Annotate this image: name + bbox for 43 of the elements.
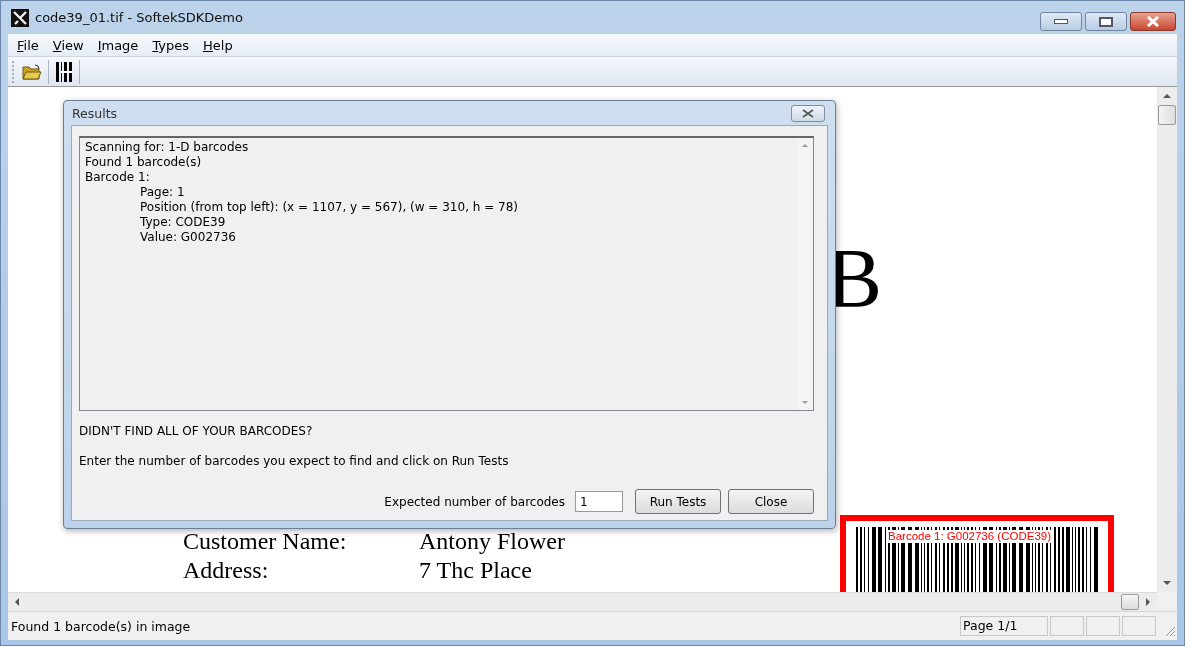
status-pane (1086, 616, 1120, 636)
menu-item[interactable]: File (10, 37, 46, 53)
instruction-text: Enter the number of barcodes you expect to find and click on Run Tests (79, 454, 510, 468)
result-line: Value: G002736 (139, 230, 237, 245)
close-icon (802, 108, 814, 118)
window-title: code39_01.tif - SoftekSDKDemo (35, 10, 243, 25)
status-pane (1050, 616, 1084, 636)
result-line: Barcode 1: (85, 170, 151, 185)
close-button[interactable] (1130, 12, 1176, 31)
field-value: 7 Thc Place (419, 556, 533, 585)
dialog-title: Results (72, 105, 118, 121)
result-line: Type: CODE39 (139, 215, 227, 230)
menu-item[interactable]: Types (145, 37, 196, 53)
close-icon (1146, 16, 1160, 27)
status-pane (1122, 616, 1156, 636)
dialog-button[interactable]: Close (728, 489, 814, 514)
menu-item[interactable]: Image (90, 37, 146, 53)
page-indicator: Page 1/1 (960, 616, 1048, 636)
field-value: Antony Flower (419, 527, 565, 556)
results-text-area[interactable]: Scanning for: 1-D barcodes Found 1 barcode(s) Barcode 1: Page: 1 Position (from top left): (x = 1107, y = 567), (w = 310, h = 78) Type: CODE39 Value: G002736 (79, 136, 814, 411)
maximize-button[interactable] (1085, 12, 1127, 31)
tools-icon (11, 8, 29, 27)
result-line: Scanning for: 1-D barcodes (85, 140, 250, 155)
barcode-icon[interactable] (55, 61, 73, 82)
expected-count-field[interactable]: 1 (575, 491, 623, 512)
menu-item[interactable]: Help (196, 37, 240, 53)
result-line: Position (from top left): (x = 1107, y = 567), (w = 310, h = 78) (139, 200, 519, 215)
menu-item[interactable]: View (45, 37, 91, 53)
resize-grip-icon[interactable] (1164, 625, 1176, 637)
prompt-text: DIDN'T FIND ALL OF YOUR BARCODES? (79, 424, 314, 438)
dialog-button[interactable]: Run Tests (635, 489, 721, 514)
result-line: Found 1 barcode(s) (85, 155, 203, 170)
expected-count-label: Expected number of barcodes (384, 494, 565, 509)
horizontal-scrollbar[interactable] (8, 592, 1157, 611)
status-message: Found 1 barcode(s) in image (11, 618, 192, 634)
barcode-label: Barcode 1: G002736 (CODE39) (888, 530, 1051, 543)
result-line: Page: 1 (139, 185, 186, 200)
vertical-scrollbar[interactable] (1157, 87, 1177, 592)
field-label: Customer Name: (183, 527, 348, 556)
close-button[interactable] (791, 104, 825, 122)
minimize-button[interactable] (1040, 12, 1082, 31)
field-label: Address: (183, 556, 270, 585)
open-folder-icon[interactable] (22, 63, 42, 80)
